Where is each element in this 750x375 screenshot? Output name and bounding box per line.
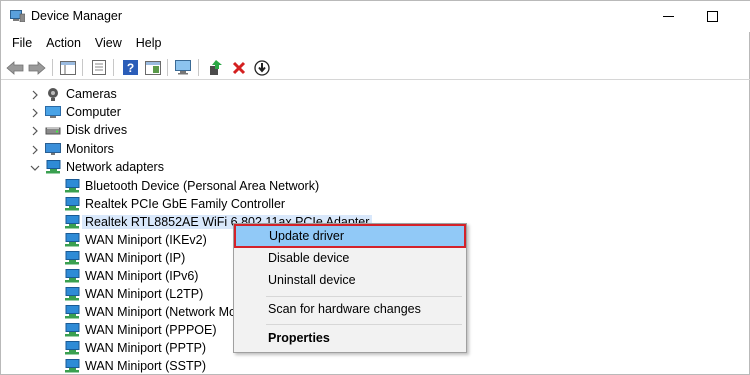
uninstall-icon xyxy=(232,61,246,74)
tree-item-label: Computer xyxy=(66,105,121,119)
tree-item-adapter[interactable]: WAN Miniport (IKEv2) xyxy=(64,231,207,249)
view-panel-button[interactable] xyxy=(143,58,163,77)
maximize-button[interactable] xyxy=(689,1,735,32)
tree-item-adapter[interactable]: WAN Miniport (IP) xyxy=(64,249,185,267)
help-icon: ? xyxy=(122,60,138,75)
tree-item-label: Cameras xyxy=(66,87,117,101)
tree-item-label: WAN Miniport (SSTP) xyxy=(85,359,207,373)
network-adapter-icon xyxy=(65,179,80,193)
minimize-icon xyxy=(662,16,674,17)
menu-bar: File Action View Help xyxy=(1,33,750,54)
tree-item-label: WAN Miniport (IPv6) xyxy=(85,269,199,283)
network-adapter-icon xyxy=(65,305,80,319)
toolbar-separator xyxy=(52,59,53,76)
menu-item-uninstall-device[interactable]: Uninstall device xyxy=(234,270,466,291)
tree-item-label: WAN Miniport (L2TP) xyxy=(85,287,204,301)
tree-item-cameras[interactable]: Cameras xyxy=(45,85,117,103)
network-adapter-icon xyxy=(65,251,80,265)
view-panel-icon xyxy=(145,60,161,75)
disk-drive-icon xyxy=(45,127,61,135)
network-adapter-icon xyxy=(65,287,80,301)
tree-item-monitors[interactable]: Monitors xyxy=(45,140,114,158)
network-adapter-icon xyxy=(65,323,80,337)
toolbar: ? xyxy=(1,55,750,80)
update-driver-icon xyxy=(210,59,222,75)
monitor-icon xyxy=(45,143,61,155)
menu-view[interactable]: View xyxy=(88,33,129,54)
tree-item-label: WAN Miniport (PPTP) xyxy=(85,341,207,355)
network-adapter-icon xyxy=(65,269,80,283)
properties-button[interactable] xyxy=(89,58,109,77)
show-tree-button[interactable] xyxy=(58,58,78,77)
network-adapter-icon xyxy=(46,160,61,174)
computer-icon xyxy=(45,106,61,118)
monitor-icon xyxy=(175,60,191,75)
tree-item-adapter[interactable]: WAN Miniport (PPTP) xyxy=(64,339,206,357)
tree-item-computer[interactable]: Computer xyxy=(45,103,121,121)
device-manager-icon xyxy=(10,10,25,22)
toolbar-separator xyxy=(198,59,199,76)
svg-text:?: ? xyxy=(126,61,133,75)
network-adapter-icon xyxy=(65,359,80,373)
minimize-button[interactable] xyxy=(645,1,691,32)
menu-action[interactable]: Action xyxy=(39,33,88,54)
tree-item-adapter[interactable]: WAN Miniport (IPv6) xyxy=(64,267,198,285)
network-adapter-icon xyxy=(65,233,80,247)
tree-item-label: Network adapters xyxy=(66,160,164,174)
tree-item-label: Realtek PCIe GbE Family Controller xyxy=(85,197,286,211)
properties-icon xyxy=(92,60,106,75)
tree-item-adapter[interactable]: Bluetooth Device (Personal Area Network) xyxy=(64,177,319,195)
uninstall-button[interactable] xyxy=(229,58,249,77)
network-adapter-icon xyxy=(65,341,80,355)
chevron-down-icon[interactable] xyxy=(30,163,40,173)
forward-button[interactable] xyxy=(27,58,47,77)
tree-item-adapter[interactable]: WAN Miniport (SSTP) xyxy=(64,357,206,375)
show-tree-icon xyxy=(60,60,76,75)
enable-device-button[interactable] xyxy=(252,58,272,77)
tree-item-adapter[interactable]: WAN Miniport (L2TP) xyxy=(64,285,203,303)
menu-separator xyxy=(266,296,462,297)
back-arrow-icon xyxy=(6,60,24,75)
tree-item-label: WAN Miniport (IKEv2) xyxy=(85,233,207,247)
tree-item-disk-drives[interactable]: Disk drives xyxy=(45,121,127,139)
tree-item-adapter[interactable]: Realtek PCIe GbE Family Controller xyxy=(64,195,285,213)
toolbar-separator xyxy=(113,59,114,76)
tree-item-label: WAN Miniport (IP) xyxy=(85,251,186,265)
menu-item-disable-device[interactable]: Disable device xyxy=(234,248,466,269)
menu-separator xyxy=(266,324,462,325)
download-icon xyxy=(254,59,270,76)
menu-item-properties[interactable]: Properties xyxy=(234,328,466,349)
title-bar: Device Manager xyxy=(1,1,750,32)
highlight-outline xyxy=(234,224,466,248)
tree-item-adapter[interactable]: WAN Miniport (PPPOE) xyxy=(64,321,217,339)
tree-item-label: Bluetooth Device (Personal Area Network) xyxy=(85,179,320,193)
context-menu: Update driver Disable device Uninstall d… xyxy=(233,223,467,353)
toolbar-separator xyxy=(82,59,83,76)
chevron-right-icon[interactable] xyxy=(30,108,40,118)
tree-item-label: Monitors xyxy=(66,142,114,156)
scan-hardware-button[interactable] xyxy=(174,58,194,77)
back-button[interactable] xyxy=(5,58,25,77)
chevron-right-icon[interactable] xyxy=(30,126,40,136)
menu-item-scan-hardware[interactable]: Scan for hardware changes xyxy=(234,299,466,320)
maximize-icon xyxy=(706,11,718,22)
tree-item-network-adapters[interactable]: Network adapters xyxy=(45,158,164,176)
tree-item-label: Disk drives xyxy=(66,123,128,137)
menu-help[interactable]: Help xyxy=(129,33,169,54)
toolbar-separator xyxy=(167,59,168,76)
camera-icon xyxy=(48,88,58,101)
help-button[interactable]: ? xyxy=(120,58,140,77)
menu-file[interactable]: File xyxy=(5,33,39,54)
network-adapter-icon xyxy=(65,197,80,211)
window-title: Device Manager xyxy=(31,9,123,23)
network-adapter-icon xyxy=(65,215,80,229)
update-driver-button[interactable] xyxy=(206,58,226,77)
tree-item-label: WAN Miniport (PPPOE) xyxy=(85,323,217,337)
forward-arrow-icon xyxy=(28,60,46,75)
device-manager-window: Device Manager File Action View Help ? C… xyxy=(0,0,750,375)
chevron-right-icon[interactable] xyxy=(30,90,40,100)
chevron-right-icon[interactable] xyxy=(30,145,40,155)
